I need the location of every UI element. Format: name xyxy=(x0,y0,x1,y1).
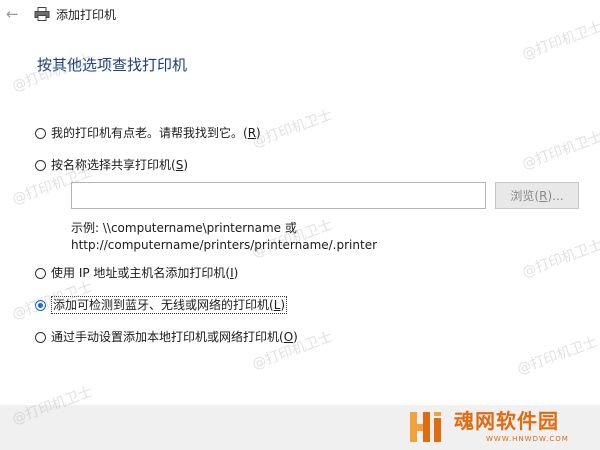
option-shared-printer-by-name[interactable]: 按名称选择共享打印机(S) xyxy=(35,156,188,174)
site-logo: 魂网软件园 WWW.HNWDW.COM xyxy=(408,408,598,448)
option-label: 添加可检测到蓝牙、无线或网络的打印机(L) xyxy=(51,296,288,314)
logo-mark-icon xyxy=(410,412,441,442)
option-label: 通过手动设置添加本地打印机或网络打印机(O) xyxy=(51,330,298,344)
page-heading: 按其他选项查找打印机 xyxy=(37,56,188,74)
browse-label: 浏览(R)... xyxy=(510,189,564,203)
title-bar: ← 添加打印机 xyxy=(0,0,600,30)
option-label: 使用 IP 地址或主机名添加打印机(I) xyxy=(51,266,239,280)
radio-button-selected[interactable] xyxy=(35,299,46,311)
printer-icon xyxy=(34,7,50,21)
back-arrow-icon[interactable]: ← xyxy=(6,6,24,22)
watermark: @打印机卫士 xyxy=(520,129,600,173)
example-line-2: http://computername/printers/printername… xyxy=(71,238,378,252)
watermark: @打印机卫士 xyxy=(520,237,600,281)
logo-name: 魂网软件园 xyxy=(454,409,559,433)
example-text: 示例: \\computername\printername 或 http://… xyxy=(71,220,377,254)
watermark: @打印机卫士 xyxy=(250,107,335,151)
logo-url: WWW.HNWDW.COM xyxy=(486,435,569,443)
printer-name-input[interactable] xyxy=(71,182,486,209)
browse-button[interactable]: 浏览(R)... xyxy=(495,182,579,209)
option-ip-or-hostname[interactable]: 使用 IP 地址或主机名添加打印机(I) xyxy=(35,264,238,282)
option-bluetooth-wireless-network[interactable]: 添加可检测到蓝牙、无线或网络的打印机(L) xyxy=(35,296,288,314)
option-old-printer[interactable]: 我的打印机有点老。请帮我找到它。(R) xyxy=(35,124,261,142)
option-label: 按名称选择共享打印机(S) xyxy=(51,158,189,172)
window-title: 添加打印机 xyxy=(56,8,117,22)
example-line-1: 示例: \\computername\printername 或 xyxy=(71,221,297,235)
watermark: @打印机卫士 xyxy=(515,334,600,378)
radio-button[interactable] xyxy=(35,331,46,343)
radio-button[interactable] xyxy=(35,127,46,139)
radio-button[interactable] xyxy=(35,267,46,279)
option-manual-settings[interactable]: 通过手动设置添加本地打印机或网络打印机(O) xyxy=(35,328,298,346)
option-label: 我的打印机有点老。请帮我找到它。(R) xyxy=(51,126,261,140)
radio-button[interactable] xyxy=(35,159,46,171)
